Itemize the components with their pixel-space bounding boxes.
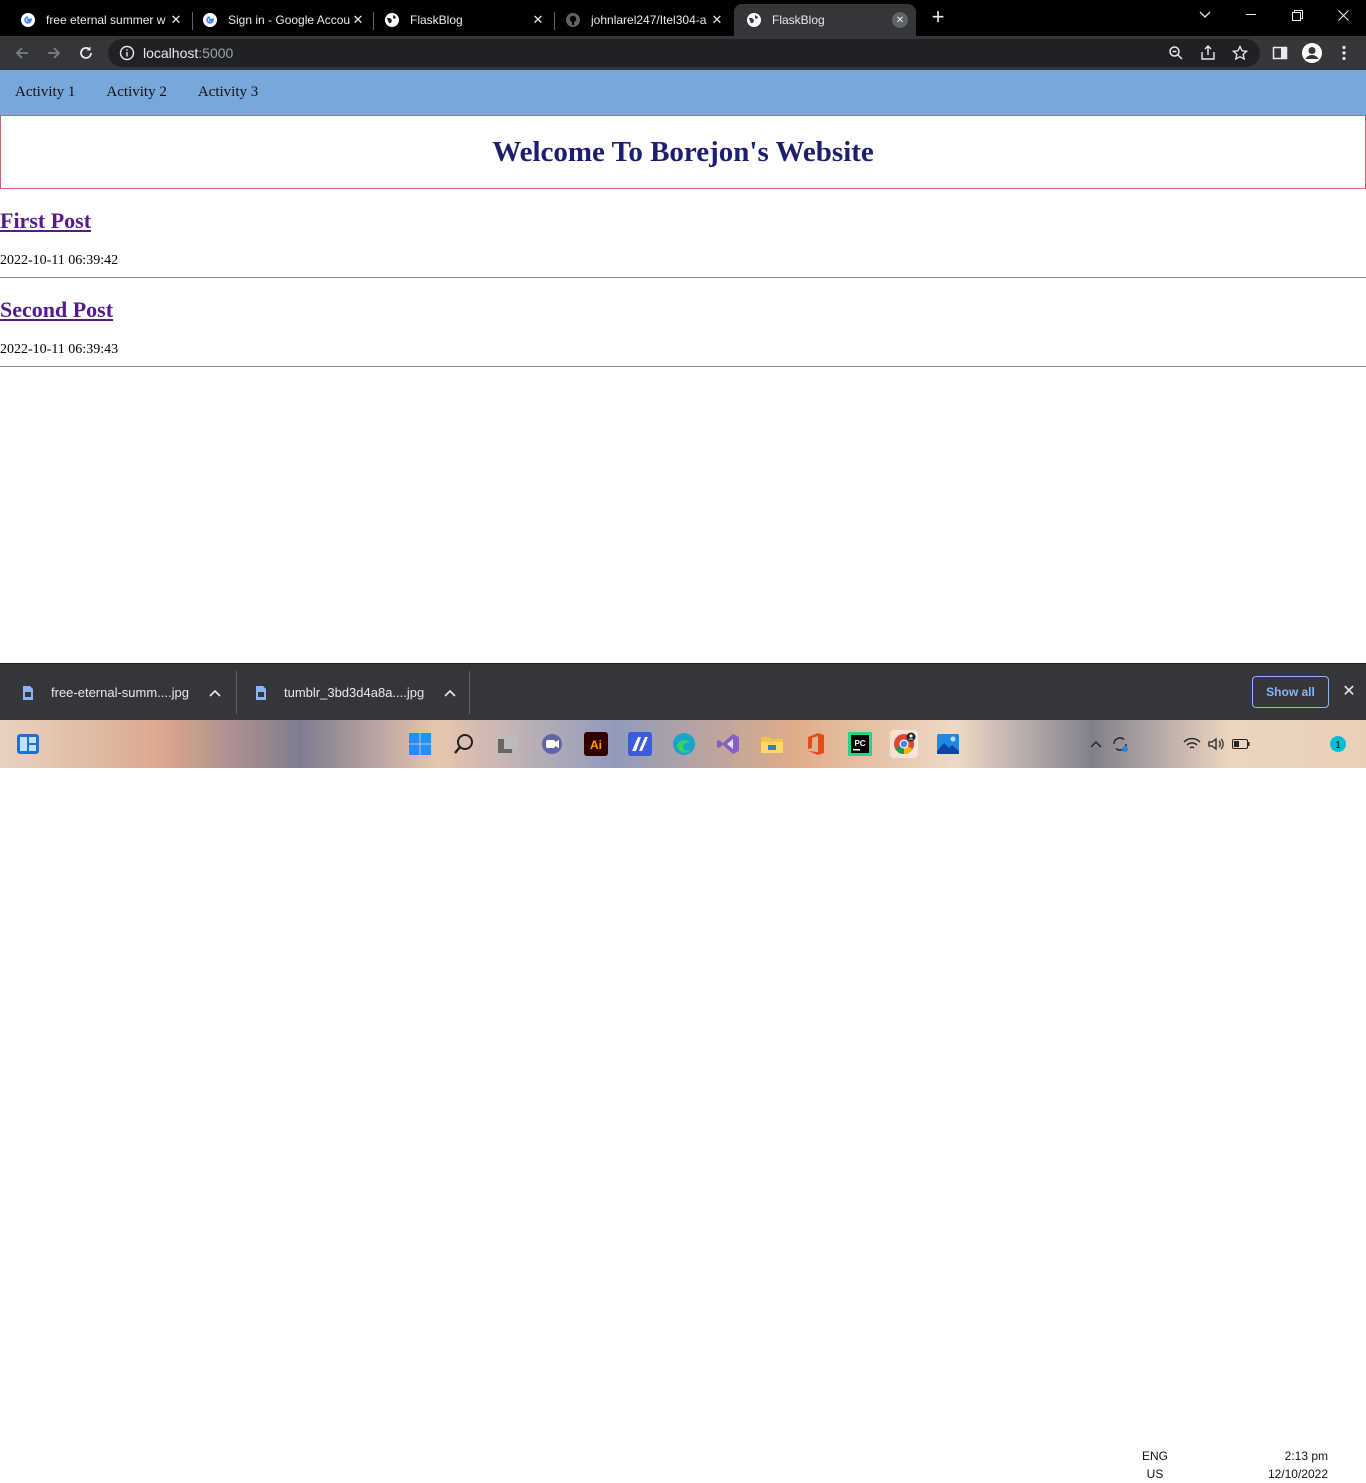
tab-title: FlaskBlog [410, 13, 463, 27]
side-panel-icon[interactable] [1268, 41, 1292, 65]
wifi-icon[interactable] [1181, 730, 1203, 758]
speaker-icon[interactable] [1205, 730, 1227, 758]
image-file-icon [256, 685, 266, 700]
edge-browser-icon[interactable] [670, 730, 698, 758]
profile-avatar-icon[interactable] [1300, 41, 1324, 65]
tab-search-chevron-icon[interactable] [1182, 0, 1228, 30]
site-info-icon[interactable] [119, 45, 135, 61]
restore-button[interactable] [1274, 0, 1320, 30]
download-item[interactable]: tumblr_3bd3d4a8a....jpg [255, 664, 456, 721]
visual-studio-icon[interactable] [714, 730, 742, 758]
post-title: First Post [0, 189, 1366, 234]
post-item: First Post 2022-10-11 06:39:42 [0, 189, 1366, 278]
svg-text:PC: PC [854, 739, 865, 748]
tab-5-active[interactable]: FlaskBlog ✕ [734, 4, 916, 36]
browser-tab-strip: free eternal summer w ✕ Sign in - Google… [0, 0, 1366, 36]
post-title: Second Post [0, 278, 1366, 323]
image-file-icon [23, 685, 33, 700]
search-icon[interactable] [450, 730, 478, 758]
chevron-up-icon[interactable] [444, 686, 456, 700]
tab-1[interactable]: free eternal summer w ✕ [0, 4, 192, 36]
bookmark-star-icon[interactable] [1228, 41, 1252, 65]
region-code: US [1146, 1467, 1164, 1481]
editor-app-icon[interactable] [626, 730, 654, 758]
windows-taskbar: Ai PC ENG US 2:13 pm 12/10/2022 [0, 720, 1366, 1481]
clock-date: 12/10/2022 [1267, 1467, 1328, 1481]
language-code: ENG [1141, 1449, 1168, 1463]
pycharm-icon[interactable]: PC [846, 730, 874, 758]
google-g-icon [21, 13, 35, 27]
new-tab-button[interactable]: + [928, 6, 948, 28]
address-bar[interactable]: localhost:5000 [108, 39, 1260, 67]
chrome-icon[interactable] [890, 730, 918, 758]
clock[interactable]: 2:13 pm 12/10/2022 [1258, 1447, 1328, 1483]
tab-4[interactable]: johnlarel247/Itel304-a ✕ [545, 4, 733, 36]
tab-close-icon[interactable]: ✕ [530, 12, 546, 28]
kebab-menu-icon[interactable] [1332, 41, 1356, 65]
tab-title: Sign in - Google Accou [228, 13, 350, 27]
tab-title: free eternal summer w [46, 13, 166, 27]
file-explorer-icon[interactable] [758, 730, 786, 758]
close-icon[interactable]: ✕ [1339, 682, 1359, 702]
welcome-banner: Welcome To Borejon's Website [0, 115, 1366, 189]
clock-time: 2:13 pm [1284, 1449, 1328, 1463]
widgets-icon[interactable] [14, 730, 42, 758]
download-item[interactable]: free-eternal-summ....jpg [22, 664, 221, 721]
notification-badge[interactable]: 1 [1330, 736, 1346, 752]
post-item: Second Post 2022-10-11 06:39:43 [0, 278, 1366, 367]
tab-title: FlaskBlog [772, 13, 825, 27]
back-arrow-icon[interactable] [10, 41, 34, 65]
url-host: localhost [143, 45, 199, 61]
chevron-up-icon[interactable] [209, 686, 221, 700]
download-filename: tumblr_3bd3d4a8a....jpg [284, 685, 425, 700]
nav-link-activity-3[interactable]: Activity 3 [198, 84, 258, 101]
github-icon [566, 13, 580, 27]
tab-title: johnlarel247/Itel304-a [591, 13, 707, 27]
show-all-button[interactable]: Show all [1252, 676, 1329, 708]
task-view-icon[interactable] [494, 730, 522, 758]
office-icon[interactable] [802, 730, 830, 758]
tab-close-icon[interactable]: ✕ [892, 12, 908, 28]
nav-link-activity-2[interactable]: Activity 2 [106, 84, 166, 101]
download-divider [236, 671, 237, 714]
post-title-link[interactable]: Second Post [0, 297, 113, 322]
download-divider [469, 671, 470, 714]
post-date: 2022-10-11 06:39:43 [0, 342, 119, 357]
svg-text:Ai: Ai [590, 738, 602, 752]
photos-icon[interactable] [934, 730, 962, 758]
battery-icon[interactable] [1229, 730, 1253, 758]
forward-arrow-icon[interactable] [42, 41, 66, 65]
reload-icon[interactable] [74, 41, 98, 65]
url-text: localhost:5000 [143, 45, 233, 61]
teams-chat-icon[interactable] [538, 730, 566, 758]
language-indicator[interactable]: ENG US [1138, 1447, 1172, 1483]
tab-close-icon[interactable]: ✕ [709, 12, 725, 28]
downloads-bar: free-eternal-summ....jpg tumblr_3bd3d4a8… [0, 663, 1366, 720]
globe-icon [385, 13, 399, 27]
google-g-icon [203, 13, 217, 27]
close-window-button[interactable] [1320, 0, 1366, 30]
page-heading: Welcome To Borejon's Website [492, 135, 874, 168]
post-title-link[interactable]: First Post [0, 208, 91, 233]
globe-icon [747, 13, 761, 27]
post-date: 2022-10-11 06:39:42 [0, 253, 119, 268]
zoom-icon[interactable] [1164, 41, 1188, 65]
web-page: Activity 1 Activity 2 Activity 3 Welcome… [0, 70, 1366, 663]
sync-status-icon[interactable] [1108, 730, 1132, 758]
site-navbar: Activity 1 Activity 2 Activity 3 [0, 70, 1366, 115]
chevron-up-icon[interactable] [1086, 730, 1106, 758]
adobe-illustrator-icon[interactable]: Ai [582, 730, 610, 758]
notification-count: 1 [1335, 740, 1341, 751]
share-icon[interactable] [1196, 41, 1220, 65]
download-filename: free-eternal-summ....jpg [51, 685, 189, 700]
nav-link-activity-1[interactable]: Activity 1 [15, 84, 75, 101]
minimize-button[interactable] [1228, 0, 1274, 30]
url-port: :5000 [198, 45, 234, 61]
start-windows-icon[interactable] [406, 730, 434, 758]
browser-toolbar: localhost:5000 [0, 36, 1366, 70]
tab-2[interactable]: Sign in - Google Accou ✕ [182, 4, 374, 36]
tab-3[interactable]: FlaskBlog ✕ [364, 4, 554, 36]
